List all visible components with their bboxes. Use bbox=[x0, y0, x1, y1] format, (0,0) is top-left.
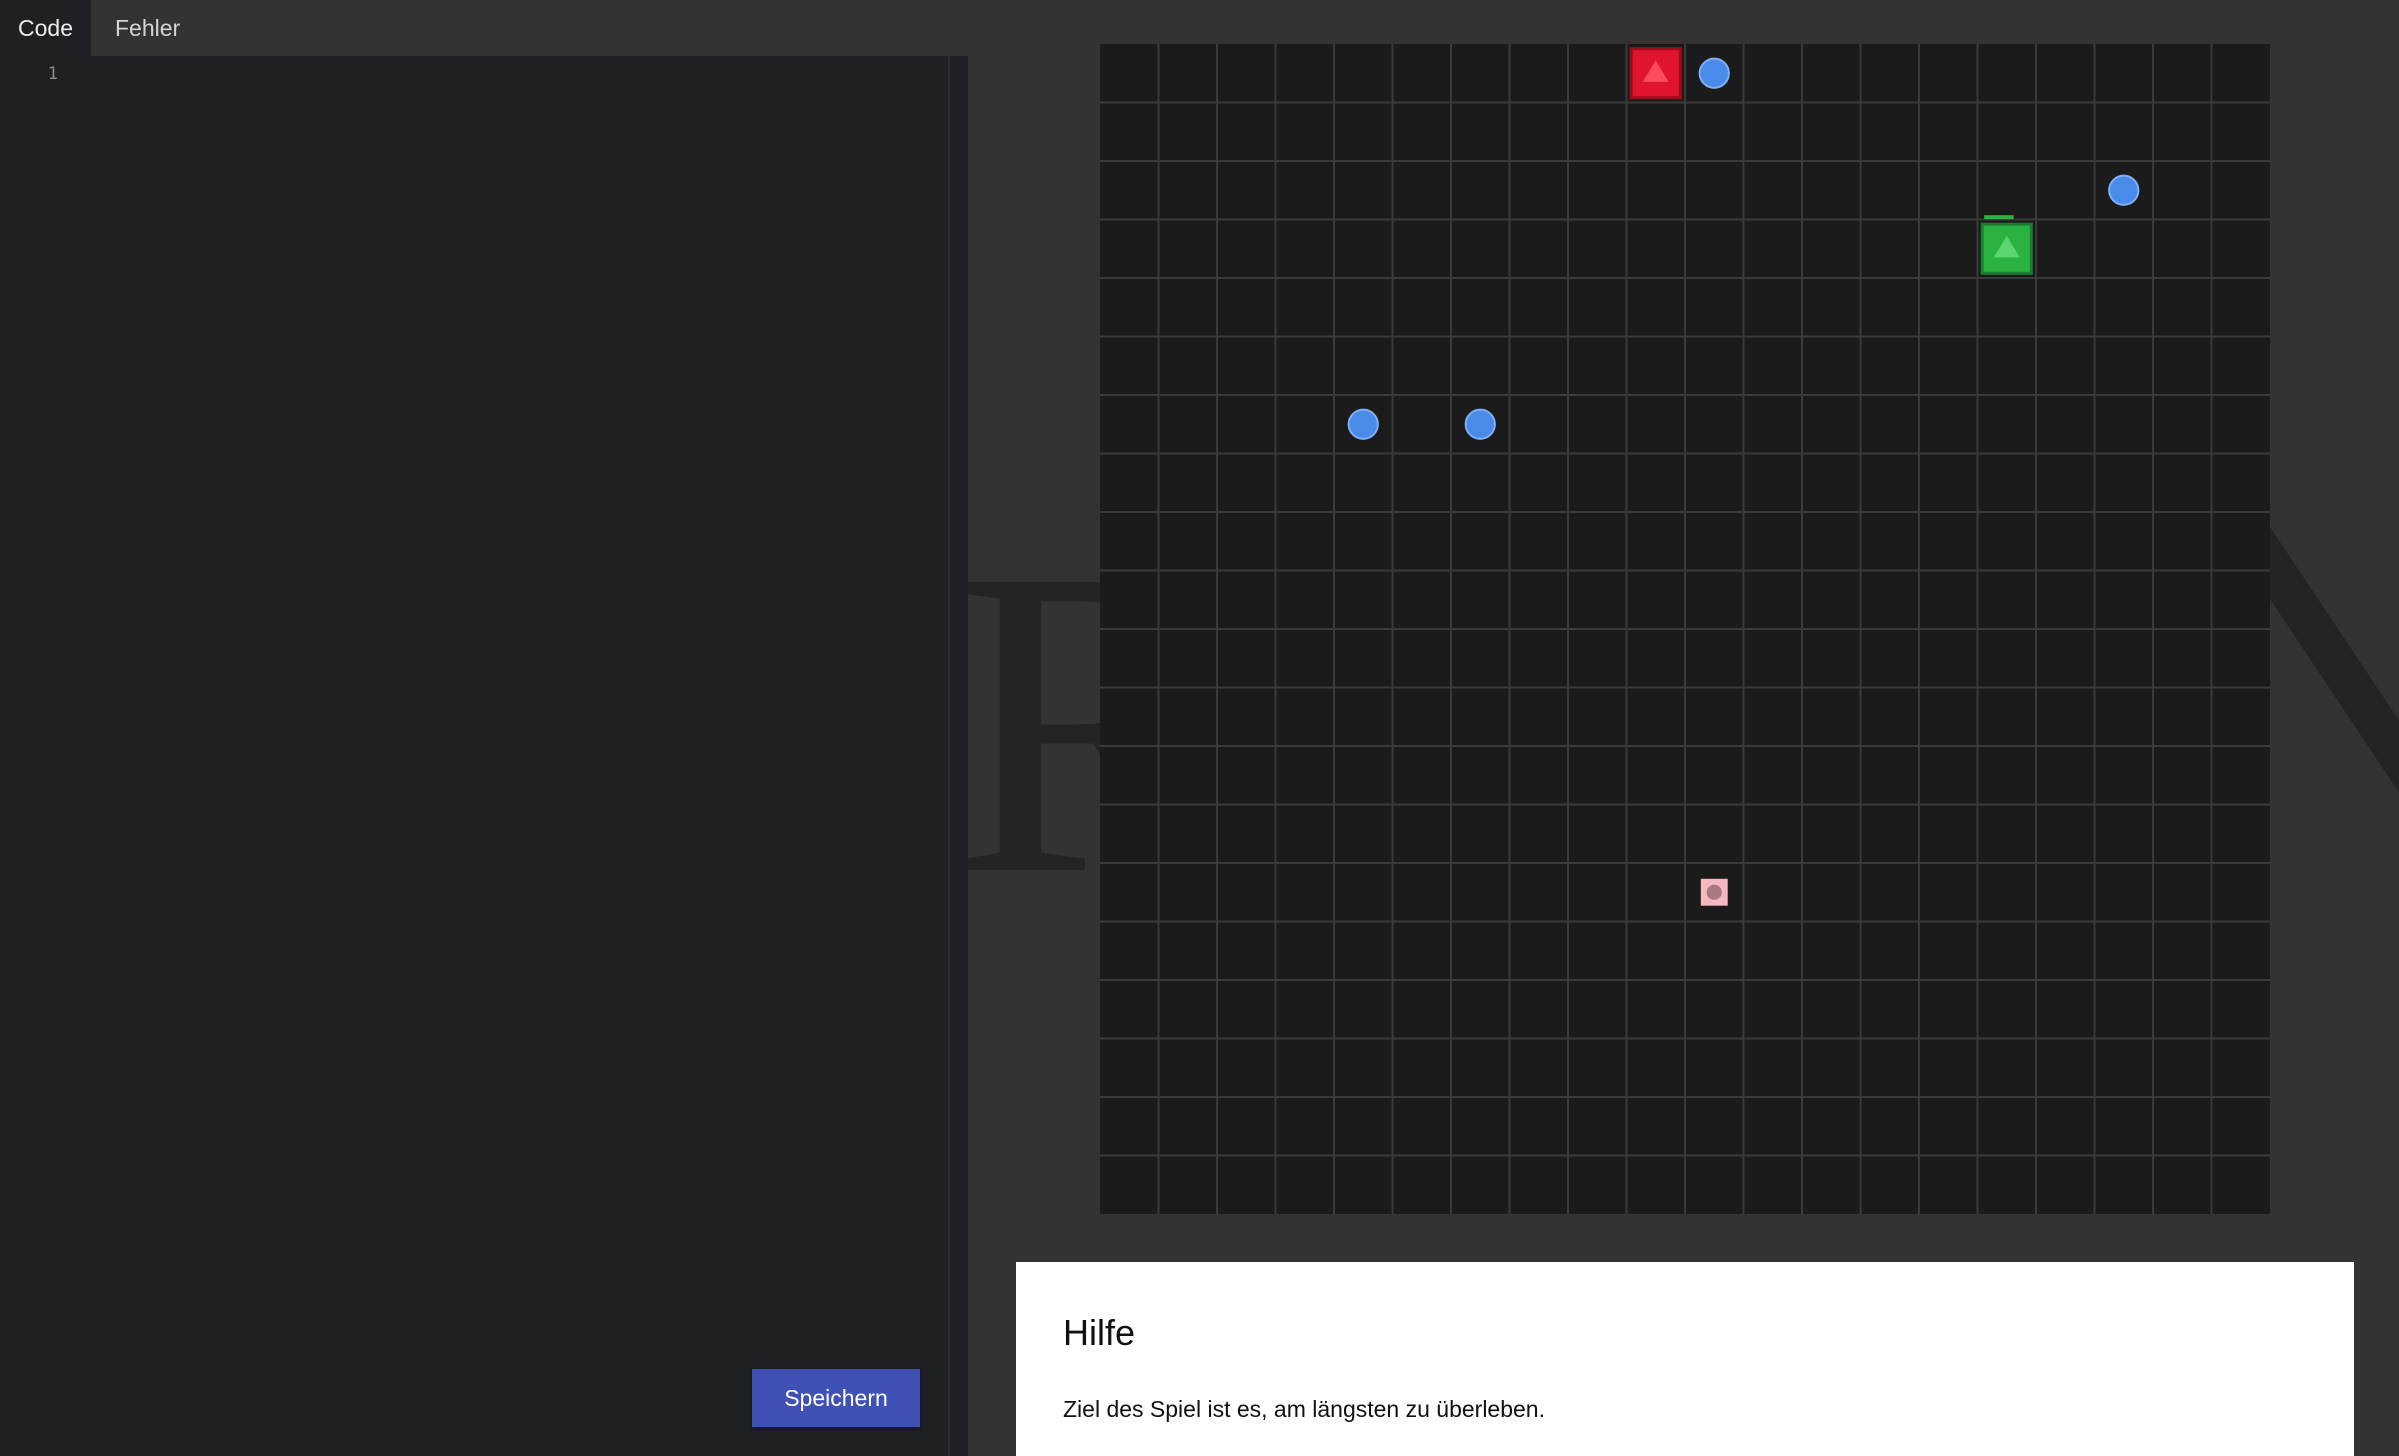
help-panel: Hilfe Ziel des Spiel ist es, am längsten… bbox=[1016, 1262, 2354, 1456]
help-text: Ziel des Spiel ist es, am längsten zu üb… bbox=[1063, 1396, 1545, 1422]
green-square-triangle-icon bbox=[1980, 215, 2033, 275]
game-grid bbox=[1100, 44, 2270, 1214]
blue-circle-icon bbox=[1464, 408, 1496, 440]
item-dot-icon bbox=[1706, 884, 1722, 900]
tab-fehler[interactable]: Fehler bbox=[91, 0, 203, 56]
blue-circle-icon bbox=[1347, 408, 1379, 440]
game-board[interactable] bbox=[1100, 44, 2270, 1214]
blue-circle-icon bbox=[2108, 174, 2140, 206]
save-button[interactable]: Speichern bbox=[752, 1369, 920, 1427]
help-title: Hilfe bbox=[1063, 1312, 1136, 1353]
code-editor[interactable]: 1 bbox=[0, 56, 948, 1456]
tab-code[interactable]: Code bbox=[0, 0, 91, 56]
game-pane: RN Hilfe Ziel des Spiel ist es, am längs… bbox=[968, 0, 2399, 1456]
line-number: 1 bbox=[47, 64, 58, 84]
editor-pane: Code Fehler 1 Speichern bbox=[0, 0, 948, 1456]
editor-scrollbar[interactable] bbox=[948, 56, 970, 1456]
red-square-triangle-icon bbox=[1629, 47, 1682, 100]
blue-circle-icon bbox=[1698, 57, 1730, 89]
editor-tabbar: Code Fehler bbox=[0, 0, 948, 56]
